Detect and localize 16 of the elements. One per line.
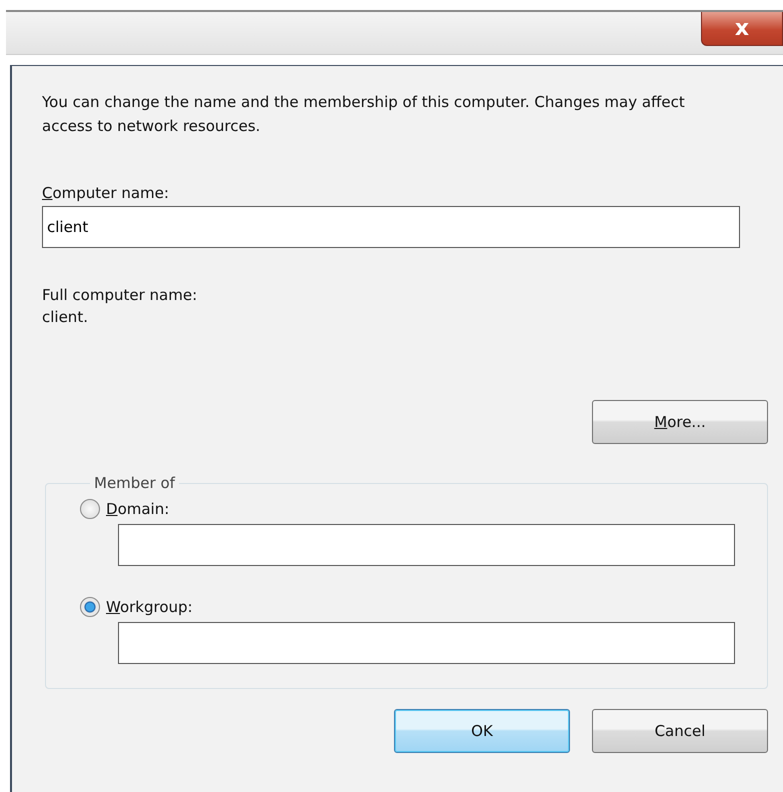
dialog-button[interactable]: Cancel: [592, 709, 768, 753]
full-name-value: client.: [42, 307, 88, 328]
radio-label[interactable]: Workgroup:: [106, 596, 193, 618]
radio-button[interactable]: [80, 499, 100, 519]
full-name-label: Full computer name:: [42, 285, 198, 306]
close-button[interactable]: x: [701, 12, 783, 46]
radio-button[interactable]: [80, 597, 100, 617]
input-field[interactable]: [118, 524, 735, 566]
radio-label[interactable]: Domain:: [106, 498, 170, 520]
description-text: You can change the name and the membership of this computer. Changes may affect access to network resources.: [42, 92, 686, 137]
input-field[interactable]: [118, 622, 735, 664]
more-button[interactable]: More...: [592, 400, 768, 444]
group-legend: Member of: [90, 474, 179, 492]
default-button[interactable]: OK: [394, 709, 570, 753]
computer-name-label: Computer name:: [42, 183, 169, 204]
computer-name-field[interactable]: client: [42, 206, 740, 248]
